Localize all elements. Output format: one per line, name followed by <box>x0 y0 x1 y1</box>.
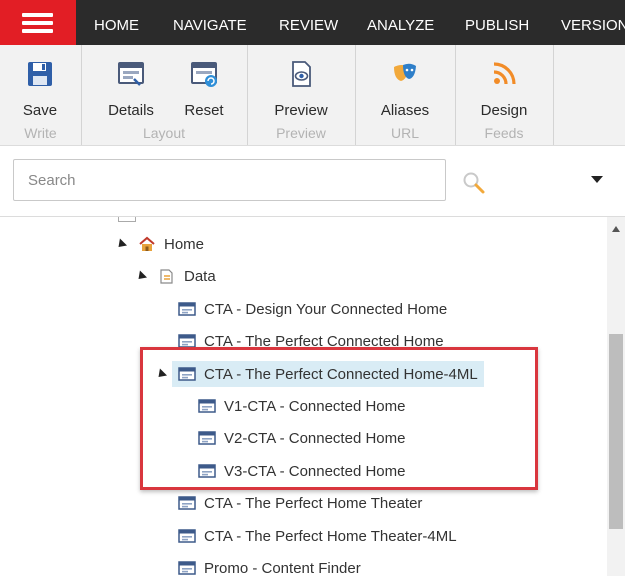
preview-button[interactable]: Preview <box>270 59 332 119</box>
search-icon[interactable] <box>462 171 486 195</box>
save-button[interactable]: Save <box>9 59 71 119</box>
layout-reset-icon <box>191 62 217 87</box>
tree-node-item[interactable]: V3-CTA - Connected Home <box>198 458 405 484</box>
reset-button[interactable]: Reset <box>173 59 235 119</box>
reset-label: Reset <box>184 102 224 119</box>
design-button[interactable]: Design <box>473 59 535 119</box>
tree-node-home[interactable]: Home <box>114 231 205 257</box>
tree-node-item[interactable]: CTA - The Perfect Home Theater-4ML <box>178 523 457 549</box>
tree-node-label: Home <box>164 235 205 253</box>
tree-node-item[interactable]: V2-CTA - Connected Home <box>198 425 405 451</box>
template-item-icon <box>198 464 216 478</box>
tab-analyze[interactable]: ANALYZE <box>367 0 434 45</box>
ribbon-group-layout: Details Reset Layout <box>81 45 248 145</box>
expand-arrow-icon[interactable] <box>134 269 148 283</box>
tree-node-label: CTA - The Perfect Home Theater <box>204 494 423 512</box>
group-title-preview: Preview <box>276 125 326 141</box>
tree-node-label: CTA - The Perfect Home Theater-4ML <box>204 527 457 545</box>
tree-scrollbar[interactable] <box>607 217 625 576</box>
search-input[interactable] <box>13 159 446 201</box>
tree-node-label: CTA - The Perfect Connected Home <box>204 332 444 350</box>
ribbon-group-feeds: Design Feeds <box>455 45 554 145</box>
tab-versions[interactable]: VERSIONS <box>561 0 625 45</box>
expand-arrow-icon[interactable] <box>154 367 168 381</box>
template-item-icon <box>198 431 216 445</box>
save-label: Save <box>22 102 58 119</box>
template-item-icon <box>178 367 196 381</box>
rss-feed-icon <box>493 62 516 85</box>
tree-node-label: V2-CTA - Connected Home <box>224 429 406 447</box>
tab-review[interactable]: REVIEW <box>279 0 338 45</box>
ribbon-group-preview: Preview Preview <box>247 45 356 145</box>
template-item-icon <box>178 529 196 543</box>
ribbon-group-url: Aliases URL <box>355 45 456 145</box>
template-item-icon <box>178 302 196 316</box>
group-title-url: URL <box>390 125 419 141</box>
tree-node-item-selected[interactable]: CTA - The Perfect Connected Home-4ML <box>154 361 484 387</box>
tree-node-item[interactable]: CTA - The Perfect Connected Home <box>178 328 444 354</box>
aliases-label: Aliases <box>380 102 430 119</box>
search-row <box>0 146 625 217</box>
template-item-icon <box>178 496 196 510</box>
data-folder-icon <box>160 269 173 284</box>
selected-item[interactable]: CTA - The Perfect Connected Home-4ML <box>172 361 484 387</box>
tree-node-label: CTA - The Perfect Connected Home-4ML <box>204 365 478 383</box>
tab-home[interactable]: HOME <box>94 0 139 45</box>
tree-node-stub-icon <box>118 217 136 222</box>
scrollbar-thumb[interactable] <box>609 334 623 529</box>
group-title-feeds: Feeds <box>484 125 524 141</box>
tree-node-label: CTA - Design Your Connected Home <box>204 300 448 318</box>
tab-navigate[interactable]: NAVIGATE <box>173 0 247 45</box>
scroll-up-arrow-icon[interactable] <box>612 226 620 232</box>
content-tree: Home Data CTA - Design Your Connected Ho… <box>0 217 607 576</box>
details-button[interactable]: Details <box>100 59 162 119</box>
tree-node-label: Data <box>184 267 216 285</box>
layout-details-icon <box>118 62 144 86</box>
hamburger-icon <box>22 13 53 17</box>
details-label: Details <box>108 102 154 119</box>
hamburger-menu-button[interactable] <box>0 0 76 45</box>
tree-node-item[interactable]: CTA - The Perfect Home Theater <box>178 490 422 516</box>
tree-node-item[interactable]: CTA - Design Your Connected Home <box>178 296 447 322</box>
search-options-dropdown-icon[interactable] <box>591 176 603 183</box>
ribbon-group-write: Save Write <box>0 45 82 145</box>
preview-label: Preview <box>274 102 328 119</box>
template-item-icon <box>178 561 196 575</box>
tree-node-label: V3-CTA - Connected Home <box>224 462 406 480</box>
save-icon <box>28 62 52 86</box>
design-label: Design <box>480 102 528 119</box>
template-item-icon <box>198 399 216 413</box>
preview-icon <box>292 61 311 87</box>
tree-node-label: V1-CTA - Connected Home <box>224 397 406 415</box>
top-navigation: HOME NAVIGATE REVIEW ANALYZE PUBLISH VER… <box>0 0 625 45</box>
aliases-button[interactable]: Aliases <box>374 59 436 119</box>
tree-node-label: Promo - Content Finder <box>204 559 361 576</box>
group-title-layout: Layout <box>142 125 186 141</box>
tree-node-data[interactable]: Data <box>134 263 216 289</box>
group-title-write: Write <box>24 125 57 141</box>
aliases-masks-icon <box>394 63 416 81</box>
expand-arrow-icon[interactable] <box>114 237 128 251</box>
tree-node-item[interactable]: V1-CTA - Connected Home <box>198 393 405 419</box>
ribbon: Save Write Details Reset Layout Preview … <box>0 45 625 146</box>
tab-publish[interactable]: PUBLISH <box>465 0 529 45</box>
template-item-icon <box>178 334 196 348</box>
home-icon <box>139 236 155 251</box>
tree-node-item[interactable]: Promo - Content Finder <box>178 555 361 576</box>
